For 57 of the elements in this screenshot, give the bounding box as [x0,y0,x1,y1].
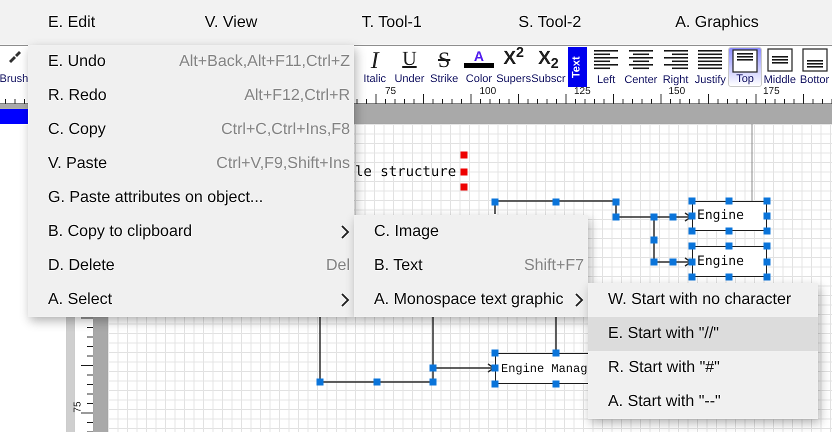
toolbar-button[interactable]: Left [588,47,624,87]
toolbar-button[interactable]: Justify [692,47,728,87]
align-right-icon [662,48,690,72]
align-justify-icon [696,48,724,72]
menu-item[interactable]: D. Delete Del [28,249,354,283]
menu-item[interactable]: B. Text Shift+F7 [354,249,588,283]
ruler-label: 75 [74,401,84,413]
toolbar-button[interactable]: S Strike [426,47,462,87]
menu-item[interactable]: B. Copy to clipboard [28,215,354,249]
color-bar [0,109,28,124]
toolbar-button[interactable]: Brush [0,47,28,87]
diagram-node[interactable]: Engine [692,201,767,231]
menu-bar-item[interactable]: S. Tool-2 [518,10,676,34]
selection-handle[interactable] [460,152,468,158]
menu-item[interactable]: A. Select [28,283,354,317]
menu-item[interactable]: W. Start with no character [588,283,818,317]
ruler-label: 150 [668,87,686,97]
toolbar-tab[interactable]: Text [568,47,587,87]
menu-bar-item[interactable]: T. Tool-1 [362,10,518,34]
align-left-icon [592,48,620,72]
toolbar-button[interactable]: Bottor [797,47,832,87]
ruler-label: 100 [478,87,498,97]
selection-handle[interactable] [460,168,468,176]
toolbar-button[interactable]: U Under [392,47,427,87]
menu-item[interactable]: E. Start with "//" [588,317,818,351]
toolbar-button[interactable]: Right [658,47,693,87]
toolbar-button[interactable]: Top [728,47,762,87]
menu-item[interactable]: V. Paste Ctrl+V,F9,Shift+Ins [28,147,354,181]
selection-handle[interactable] [460,184,468,190]
valign-middle-icon [766,48,794,72]
toolbar-button[interactable]: X$_{2}$ Subscr [531,47,566,87]
menu-item[interactable]: R. Start with "#" [588,351,818,385]
ruler-label: 75 [384,87,398,97]
menu-bar-item[interactable]: E. Edit [48,10,205,34]
canvas-text: le structure [355,165,456,179]
align-center-icon [626,48,655,72]
diagram-node[interactable]: Engine [692,246,767,277]
menu-item[interactable]: A. Start with "--" [588,385,818,419]
valign-top-icon [731,49,760,73]
toolbar-button[interactable]: A Color [462,47,496,87]
text-selection-handles[interactable] [460,152,468,190]
toolbar-button[interactable]: Center [623,47,658,87]
menu-bar-item[interactable]: A. Graphics [675,10,832,34]
ruler-label: 125 [573,87,592,97]
toolbar-button[interactable]: Middle [762,47,798,87]
menu-item[interactable]: C. Copy Ctrl+C,Ctrl+Ins,F8 [28,113,354,147]
menu-item[interactable]: C. Image [354,215,588,249]
menu-item[interactable]: A. Monospace text graphic [354,283,588,317]
valign-bottom-icon [800,48,829,72]
toolbar-button[interactable]: X$^{2}$ Supers [496,47,532,87]
menu-bar-item[interactable]: V. View [204,10,362,34]
toolbar-button[interactable]: I Italic [357,47,392,87]
menu-item[interactable]: E. Undo Alt+Back,Alt+F11,Ctrl+Z [28,45,354,79]
menu-item[interactable]: R. Redo Alt+F12,Ctrl+R [28,79,354,113]
menu-item[interactable]: G. Paste attributes on object... [28,181,354,215]
ruler-label: 175 [762,87,781,97]
diagram-node[interactable]: Engine Manag [495,353,588,384]
